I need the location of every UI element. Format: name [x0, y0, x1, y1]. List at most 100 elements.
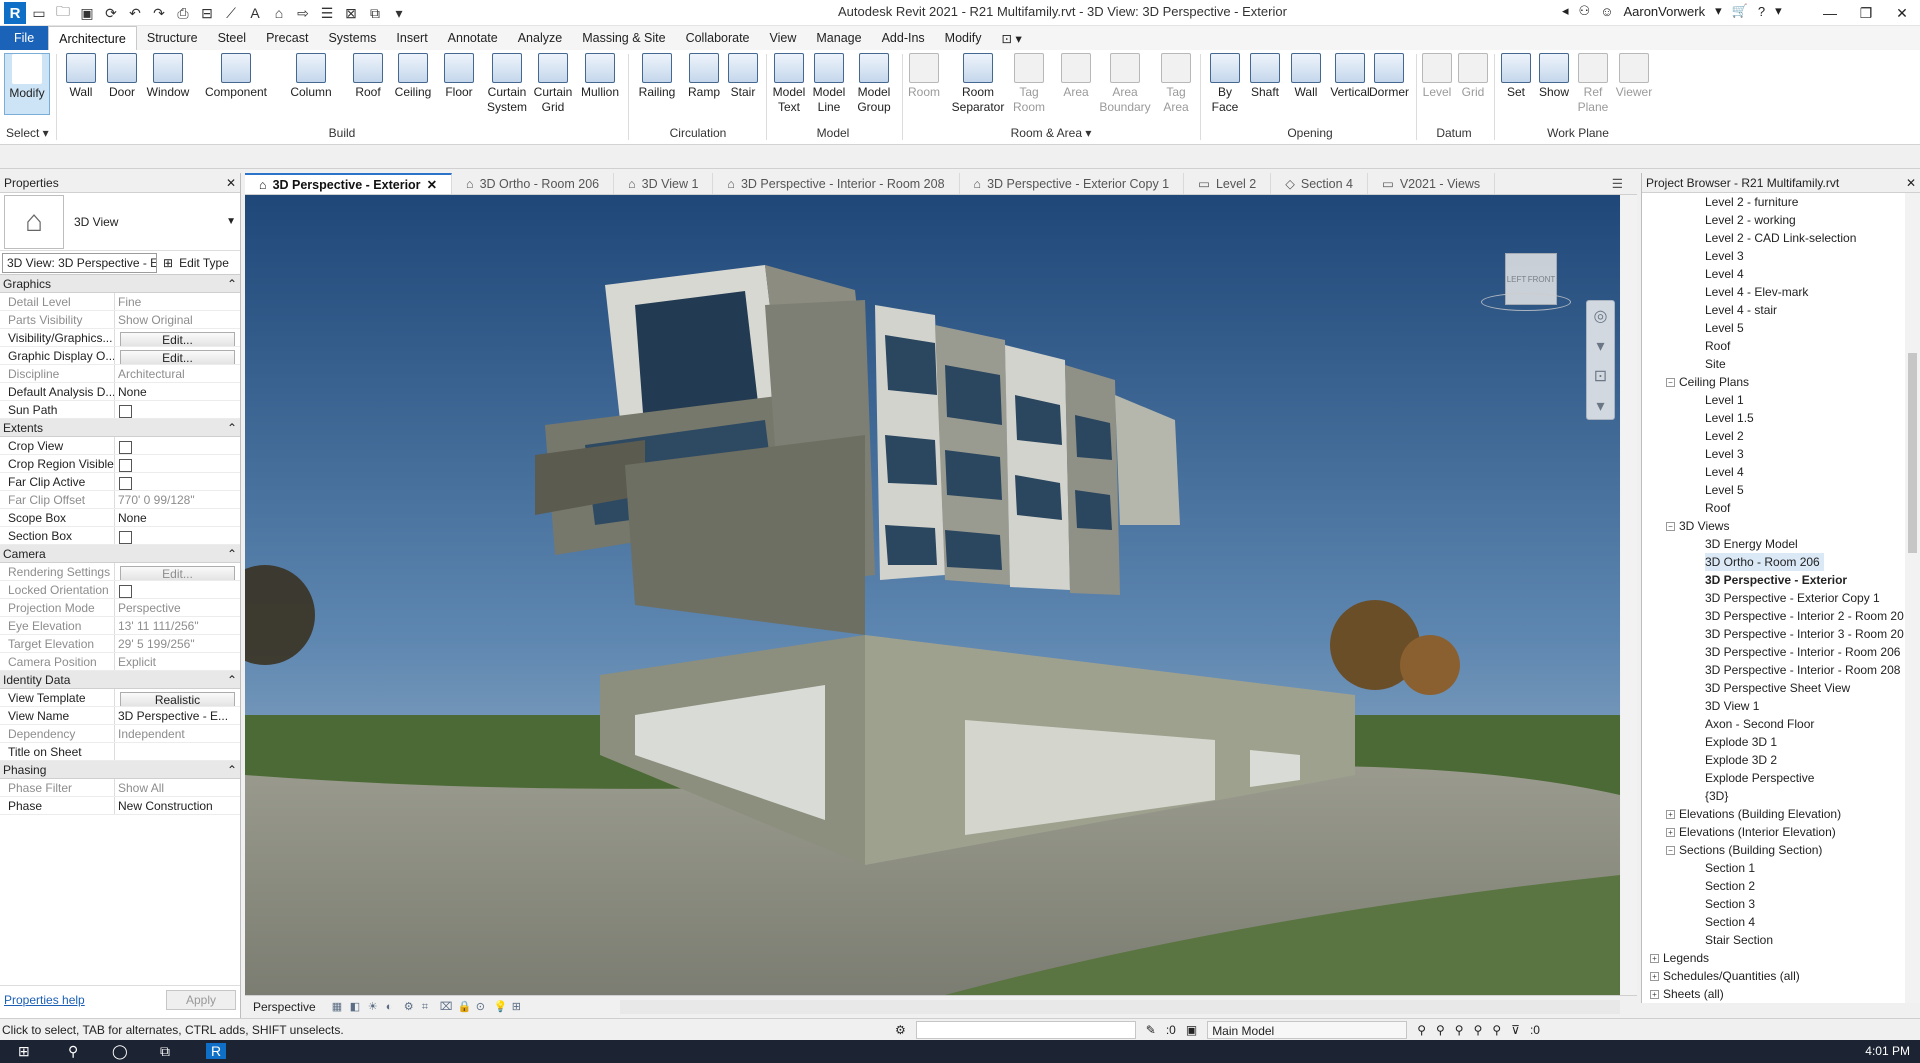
browser-tree-item[interactable]: Level 1: [1642, 391, 1905, 409]
railing-button[interactable]: Railing: [636, 53, 678, 100]
print-icon[interactable]: ⎙: [172, 2, 194, 24]
browser-tree-item[interactable]: 3D Perspective - Interior 3 - Room 20: [1642, 625, 1905, 643]
browser-tree-item[interactable]: Explode Perspective: [1642, 769, 1905, 787]
ribbon-options-icon[interactable]: ⊡ ▾: [992, 26, 1032, 50]
select-links-icon[interactable]: ⚲: [1417, 1023, 1426, 1037]
property-value[interactable]: [115, 437, 240, 454]
text-icon[interactable]: A: [244, 2, 266, 24]
browser-tree-item[interactable]: Site: [1642, 355, 1905, 373]
search-icon[interactable]: ⚲: [68, 1043, 78, 1060]
viewcube-compass[interactable]: [1481, 293, 1571, 311]
browser-tree-item[interactable]: Roof: [1642, 337, 1905, 355]
edit-type-button[interactable]: Edit Type: [179, 256, 229, 270]
sync-icon[interactable]: ⟳: [100, 2, 122, 24]
browser-tree-item[interactable]: Level 4 - stair: [1642, 301, 1905, 319]
view-tab-3d-view-1[interactable]: ⌂ 3D View 1: [614, 173, 714, 194]
temporary-hide-icon[interactable]: ⊙: [476, 1001, 488, 1013]
browser-tree-item[interactable]: 3D View 1: [1642, 697, 1905, 715]
browser-tree-item[interactable]: Axon - Second Floor: [1642, 715, 1905, 733]
revit-logo-icon[interactable]: R: [4, 2, 26, 24]
browser-tree-item[interactable]: Level 2 - working: [1642, 211, 1905, 229]
browser-tree-item[interactable]: 3D Perspective - Exterior: [1642, 571, 1905, 589]
unlocked-3d-icon[interactable]: 🔒: [458, 1001, 472, 1013]
render-icon[interactable]: ⚙: [404, 1001, 416, 1013]
browser-tree-item[interactable]: Explode 3D 1: [1642, 733, 1905, 751]
browser-tree-item[interactable]: + Schedules/Quantities (all): [1642, 967, 1905, 985]
property-checkbox[interactable]: [119, 405, 132, 418]
browser-tree-item[interactable]: Level 1.5: [1642, 409, 1905, 427]
browser-tree-item[interactable]: 3D Perspective - Interior - Room 208: [1642, 661, 1905, 679]
modify-button[interactable]: Modify: [4, 53, 50, 115]
stair-button[interactable]: Stair: [726, 53, 760, 100]
restore-button[interactable]: ❐: [1848, 0, 1884, 26]
browser-tree-item[interactable]: Level 2 - furniture: [1642, 193, 1905, 211]
area-boundary-button[interactable]: Area Boundary: [1098, 53, 1152, 115]
property-edit-button[interactable]: Edit...: [120, 332, 235, 346]
browser-tree-item[interactable]: Explode 3D 2: [1642, 751, 1905, 769]
ref-plane-button[interactable]: Ref Plane: [1576, 53, 1610, 115]
viewcube[interactable]: LEFT FRONT: [1481, 253, 1571, 313]
3d-view-icon[interactable]: ⌂: [268, 2, 290, 24]
close-hidden-icon[interactable]: ⊠: [340, 2, 362, 24]
design-options-icon[interactable]: ▣: [1186, 1023, 1197, 1037]
select-panel-label[interactable]: Select ▾: [6, 126, 50, 140]
area-button[interactable]: Area: [1058, 53, 1094, 100]
tab-menu-icon[interactable]: ☰: [1598, 173, 1637, 194]
shadows-icon[interactable]: ◐: [386, 1001, 398, 1013]
properties-help-link[interactable]: Properties help: [4, 993, 85, 1007]
tab-systems[interactable]: Systems: [318, 26, 386, 50]
browser-tree-item[interactable]: Level 5: [1642, 319, 1905, 337]
visual-style-icon[interactable]: ◧: [350, 1001, 362, 1013]
user-name[interactable]: AaronVorwerk: [1623, 4, 1705, 19]
tab-architecture[interactable]: Architecture: [48, 26, 137, 50]
dimension-icon[interactable]: ⟋: [220, 2, 242, 24]
model-line-button[interactable]: Model Line: [810, 53, 848, 115]
expand-icon[interactable]: +: [1650, 954, 1659, 964]
tab-file[interactable]: File: [0, 26, 49, 50]
customize-qat-icon[interactable]: ▾: [388, 2, 410, 24]
expand-icon[interactable]: +: [1650, 990, 1659, 1000]
worksharing-icon[interactable]: ⊞: [512, 1001, 524, 1013]
type-selector[interactable]: ⌂ 3D View ▼: [0, 193, 240, 251]
open-file-icon[interactable]: ▭: [28, 2, 50, 24]
select-underlay-icon[interactable]: ⚲: [1436, 1023, 1445, 1037]
browser-scrollbar[interactable]: [1905, 193, 1920, 1003]
property-value[interactable]: [115, 743, 240, 760]
view-tab-3d-perspective-exterior-copy[interactable]: ⌂ 3D Perspective - Exterior Copy 1: [960, 173, 1185, 194]
browser-tree-item[interactable]: Level 2: [1642, 427, 1905, 445]
mullion-button[interactable]: Mullion: [578, 53, 622, 100]
room-area-panel-label[interactable]: Room & Area ▾: [906, 126, 1196, 140]
component-button[interactable]: Component: [200, 53, 272, 100]
property-value[interactable]: New Construction: [115, 797, 240, 814]
property-checkbox[interactable]: [119, 441, 132, 454]
redo-icon[interactable]: ↷: [148, 2, 170, 24]
browser-tree-item[interactable]: − Ceiling Plans: [1642, 373, 1905, 391]
browser-tree-item[interactable]: Level 4: [1642, 463, 1905, 481]
chevron-down-icon[interactable]: ▾: [1587, 391, 1614, 421]
door-button[interactable]: Door: [104, 53, 140, 100]
tab-manage[interactable]: Manage: [806, 26, 871, 50]
ceiling-button[interactable]: Ceiling: [392, 53, 434, 100]
chevron-down-icon[interactable]: ▼: [226, 216, 236, 227]
view-tab-3d-ortho-room-206[interactable]: ⌂ 3D Ortho - Room 206: [452, 173, 615, 194]
browser-tree-item[interactable]: Level 3: [1642, 445, 1905, 463]
property-value[interactable]: None: [115, 383, 240, 400]
chevron-down-icon[interactable]: ▾: [1775, 3, 1782, 19]
browser-tree-item[interactable]: + Elevations (Building Elevation): [1642, 805, 1905, 823]
expand-icon[interactable]: +: [1666, 810, 1675, 820]
browser-tree-item[interactable]: Level 2 - CAD Link-selection: [1642, 229, 1905, 247]
revit-taskbar-icon[interactable]: R: [206, 1043, 227, 1059]
grid-button[interactable]: Grid: [1458, 53, 1488, 100]
user-icon[interactable]: ☺: [1600, 4, 1613, 19]
tab-structure[interactable]: Structure: [137, 26, 208, 50]
tab-annotate[interactable]: Annotate: [438, 26, 508, 50]
save-icon[interactable]: ▣: [76, 2, 98, 24]
browser-tree-item[interactable]: − Sections (Building Section): [1642, 841, 1905, 859]
property-value[interactable]: None: [115, 509, 240, 526]
property-value[interactable]: [115, 473, 240, 490]
edit-type-icon[interactable]: ⊞: [163, 256, 173, 270]
show-crop-icon[interactable]: ⌧: [440, 1001, 453, 1013]
switch-windows-icon[interactable]: ⧉: [364, 2, 386, 24]
tag-area-button[interactable]: Tag Area: [1158, 53, 1194, 115]
windows-start-icon[interactable]: ⊞: [18, 1043, 30, 1060]
